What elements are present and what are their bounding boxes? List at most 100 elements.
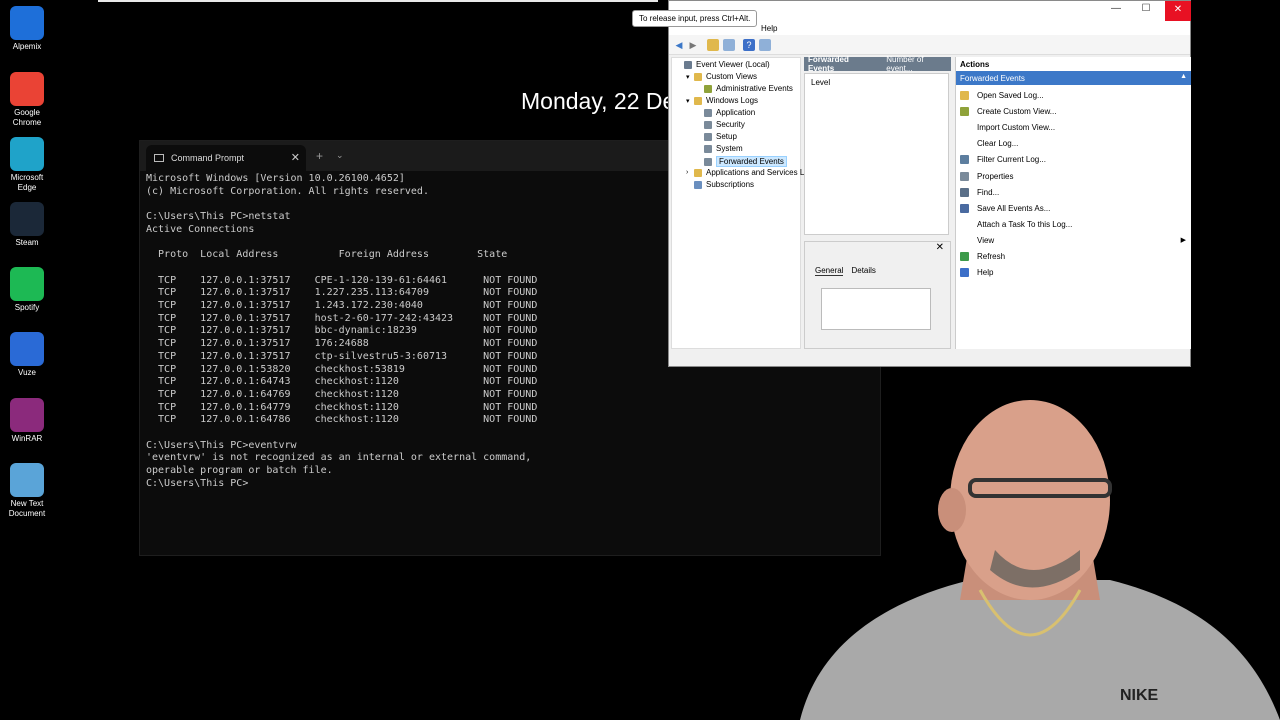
cmd-output[interactable]: Microsoft Windows [Version 10.0.26100.46… [146, 173, 537, 491]
actions-section-forwarded-events[interactable]: Forwarded Events ▲ [956, 71, 1191, 85]
action-icon [960, 203, 969, 213]
tree-expander-icon[interactable]: ▾ [686, 73, 694, 81]
action-item[interactable]: Open Saved Log... [960, 91, 1186, 100]
event-list[interactable]: Level [804, 73, 949, 235]
action-label: View [977, 235, 995, 245]
tree-item-label: Forwarded Events [716, 156, 787, 167]
action-label: Open Saved Log... [977, 91, 1044, 100]
action-item[interactable]: Find... [960, 187, 1186, 197]
desktop-icon-google-chrome[interactable]: Google Chrome [4, 72, 50, 128]
close-icon[interactable]: ✕ [936, 242, 944, 253]
tree-item[interactable]: › Applications and Services Lo [686, 168, 809, 177]
action-item[interactable]: Help [960, 268, 1186, 278]
tree-node-icon [694, 168, 702, 177]
action-item[interactable]: View ▶ [960, 235, 1186, 245]
new-text-document-icon [10, 463, 44, 497]
spotify-icon [10, 267, 44, 301]
tree-item[interactable]: Application [696, 108, 755, 117]
tree-item[interactable]: Administrative Events [696, 84, 793, 93]
action-label: Import Custom View... [977, 123, 1056, 133]
action-item[interactable]: Save All Events As... [960, 203, 1186, 213]
minimize-icon[interactable]: — [1101, 3, 1131, 19]
show-hide-tree-icon[interactable] [723, 39, 735, 51]
vuze-icon [10, 332, 44, 366]
tree-item-label: Administrative Events [716, 84, 793, 93]
desktop-icon-new-text-document[interactable]: New Text Document [4, 463, 50, 519]
desktop-icon-label: Alpemix [12, 42, 42, 51]
tab-details[interactable]: Details [851, 266, 875, 276]
action-item[interactable]: Attach a Task To this Log... [960, 219, 1186, 229]
action-item[interactable]: Refresh [960, 252, 1186, 261]
desktop-icon-vuze[interactable]: Vuze [4, 332, 50, 378]
event-detail-pane: ✕ General Details [804, 241, 951, 349]
close-tab-icon[interactable]: ✕ [291, 151, 300, 164]
desktop-icon-label: New Text Document [8, 499, 46, 518]
new-tab-icon[interactable]: + [316, 149, 323, 163]
collapse-triangle-icon[interactable]: ▲ [1180, 73, 1187, 80]
folder-up-icon[interactable] [707, 39, 719, 51]
close-icon[interactable]: ✕ [1165, 1, 1191, 21]
shirt-logo: NIKE [1120, 687, 1159, 704]
menu-help[interactable]: Help [761, 24, 777, 33]
action-label: Properties [977, 171, 1014, 181]
desktop-icon-steam[interactable]: Steam [4, 202, 50, 248]
tree-item-label: Custom Views [706, 72, 757, 81]
detail-tabs: General Details [815, 266, 876, 276]
action-icon [960, 171, 969, 181]
tree-item[interactable]: Event Viewer (Local) [676, 60, 770, 69]
tree-item[interactable]: Subscriptions [686, 180, 754, 189]
desktop-icon-label: Microsoft Edge [10, 173, 44, 192]
desktop-icon-alpemix[interactable]: Alpemix [4, 6, 50, 52]
tree-node-icon [694, 96, 702, 105]
chevron-down-icon[interactable]: ⌄ [336, 150, 344, 161]
action-icon [960, 187, 969, 197]
action-item[interactable]: Import Custom View... [960, 123, 1186, 133]
help-icon[interactable]: ? [743, 39, 755, 51]
tree-item[interactable]: ▾ Windows Logs [686, 96, 758, 105]
action-item[interactable]: Clear Log... [960, 139, 1186, 149]
tree-item[interactable]: System [696, 144, 743, 153]
desktop-icon-label: Google Chrome [12, 108, 42, 127]
desktop-icon-microsoft-edge[interactable]: Microsoft Edge [4, 137, 50, 193]
submenu-arrow-icon: ▶ [1180, 237, 1186, 245]
desktop-icon-spotify[interactable]: Spotify [4, 267, 50, 313]
tree-node-icon [704, 108, 712, 117]
tree-item[interactable]: Setup [696, 132, 737, 141]
tree-item[interactable]: Security [696, 120, 745, 129]
action-label: Clear Log... [977, 139, 1019, 149]
action-icon [960, 123, 969, 133]
action-icon [960, 139, 969, 149]
action-icon [960, 268, 969, 278]
back-arrow-icon[interactable]: ◀ [673, 39, 685, 51]
ev-toolbar: ◀ ▶ ? [669, 35, 1190, 55]
maximize-icon[interactable]: ☐ [1131, 3, 1161, 19]
action-item[interactable]: Filter Current Log... [960, 155, 1186, 165]
winrar-icon [10, 398, 44, 432]
desktop-icon-winrar[interactable]: WinRAR [4, 398, 50, 444]
cmd-tab[interactable]: Command Prompt ✕ [146, 145, 306, 171]
ev-center-pane: Forwarded Events Number of event... Leve… [804, 55, 951, 349]
action-item[interactable]: Properties [960, 171, 1186, 181]
tree-node-icon [684, 60, 692, 69]
show-hide-action-pane-icon[interactable] [759, 39, 771, 51]
desktop-icon-label: Vuze [18, 368, 36, 377]
action-icon [960, 252, 969, 261]
tree-item[interactable]: ▾ Custom Views [686, 72, 757, 81]
action-icon [960, 155, 969, 165]
actions-header: Actions [960, 60, 990, 69]
tree-item-label: Subscriptions [706, 180, 755, 189]
tree-item[interactable]: Forwarded Events [696, 156, 787, 167]
tree-item-label: Application [716, 108, 756, 117]
column-level[interactable]: Level [811, 78, 830, 87]
alpemix-icon [10, 6, 44, 40]
tree-item-label: Setup [716, 132, 737, 141]
forward-arrow-icon[interactable]: ▶ [687, 39, 699, 51]
tree-expander-icon[interactable]: ▾ [686, 97, 694, 105]
action-icon [960, 91, 969, 100]
event-viewer-window[interactable]: — ☐ ✕ Help ◀ ▶ ? Event Viewer (Local) ▾ Cu… [668, 0, 1191, 367]
tree-item-label: Windows Logs [706, 96, 759, 105]
tree-expander-icon[interactable]: › [686, 169, 694, 176]
ev-center-header: Forwarded Events Number of event... [804, 55, 951, 73]
action-item[interactable]: Create Custom View... [960, 107, 1186, 117]
tab-general[interactable]: General [815, 266, 844, 276]
